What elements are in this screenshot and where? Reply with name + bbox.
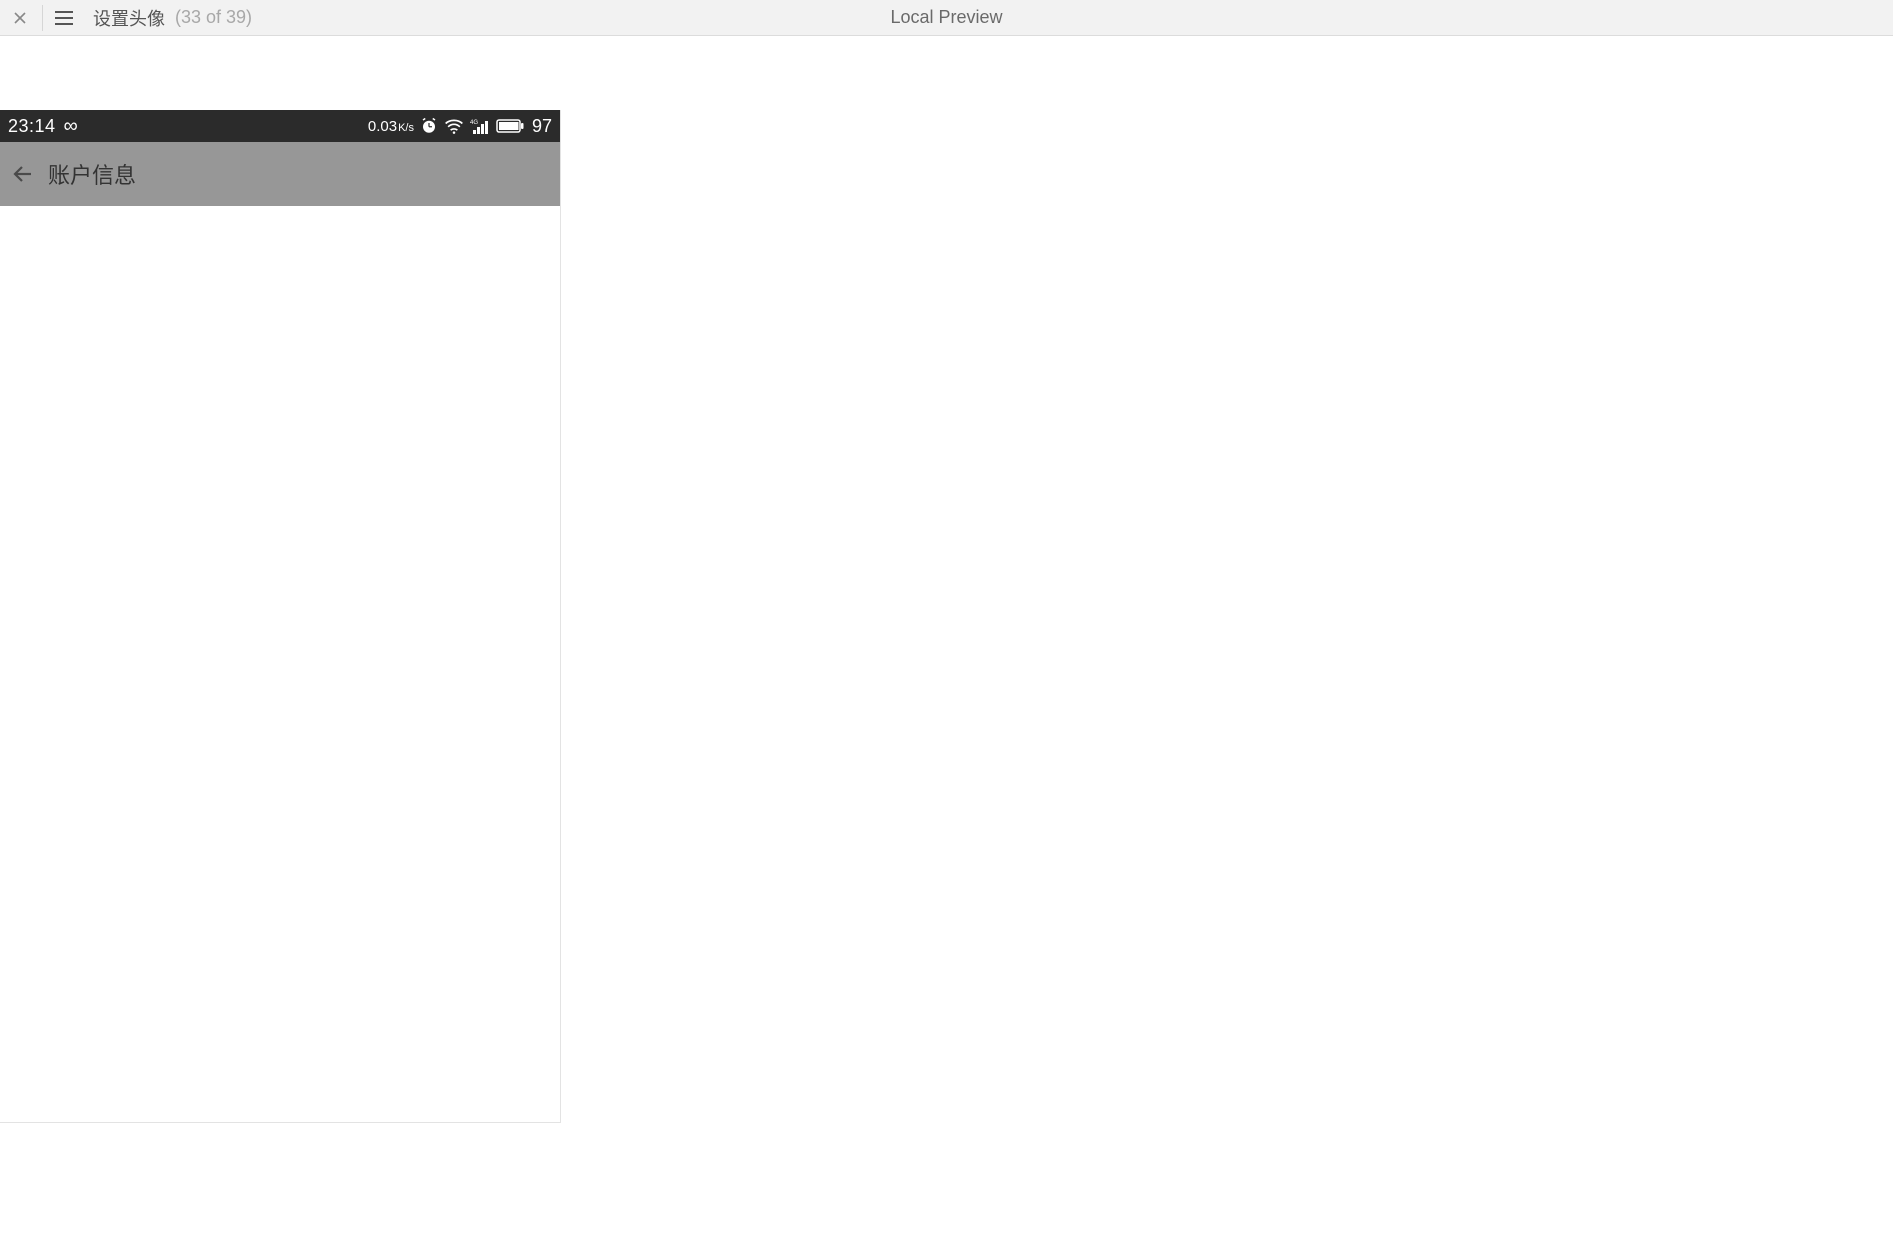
- main-area: 23:14 ∞ 0.03K/s: [0, 110, 1893, 1123]
- header-title: 账户信息: [48, 158, 136, 190]
- toolbar-count: (33 of 39): [175, 7, 252, 28]
- svg-text:4G: 4G: [470, 120, 478, 126]
- app-body: [0, 206, 560, 1122]
- infinity-icon: ∞: [64, 115, 78, 138]
- device-preview: 23:14 ∞ 0.03K/s: [0, 110, 561, 1123]
- status-bar: 23:14 ∞ 0.03K/s: [0, 110, 560, 142]
- toolbar-title: 设置头像: [93, 5, 165, 31]
- hamburger-icon: [55, 17, 73, 19]
- hamburger-icon: [55, 11, 73, 13]
- hamburger-icon: [55, 23, 73, 25]
- wifi-icon: [444, 118, 464, 134]
- net-speed-value: 0.03: [368, 118, 397, 135]
- arrow-left-icon: [11, 162, 35, 186]
- menu-button[interactable]: [53, 6, 77, 30]
- network-speed: 0.03K/s: [368, 118, 414, 135]
- battery-percent: 97: [532, 116, 552, 137]
- battery-icon: [496, 119, 524, 133]
- alarm-icon: [420, 117, 438, 135]
- status-right: 0.03K/s 4G: [368, 116, 552, 137]
- status-time: 23:14: [8, 116, 56, 137]
- app-header: 账户信息: [0, 142, 560, 206]
- toolbar-separator: [42, 5, 43, 31]
- status-left: 23:14 ∞: [8, 115, 78, 138]
- signal-icon: 4G: [470, 118, 490, 134]
- close-button[interactable]: [8, 6, 32, 30]
- close-icon: [14, 12, 26, 24]
- net-speed-unit: K/s: [398, 122, 414, 134]
- top-toolbar: 设置头像 (33 of 39) Local Preview: [0, 0, 1893, 36]
- center-label: Local Preview: [890, 7, 1002, 28]
- back-button[interactable]: [8, 159, 38, 189]
